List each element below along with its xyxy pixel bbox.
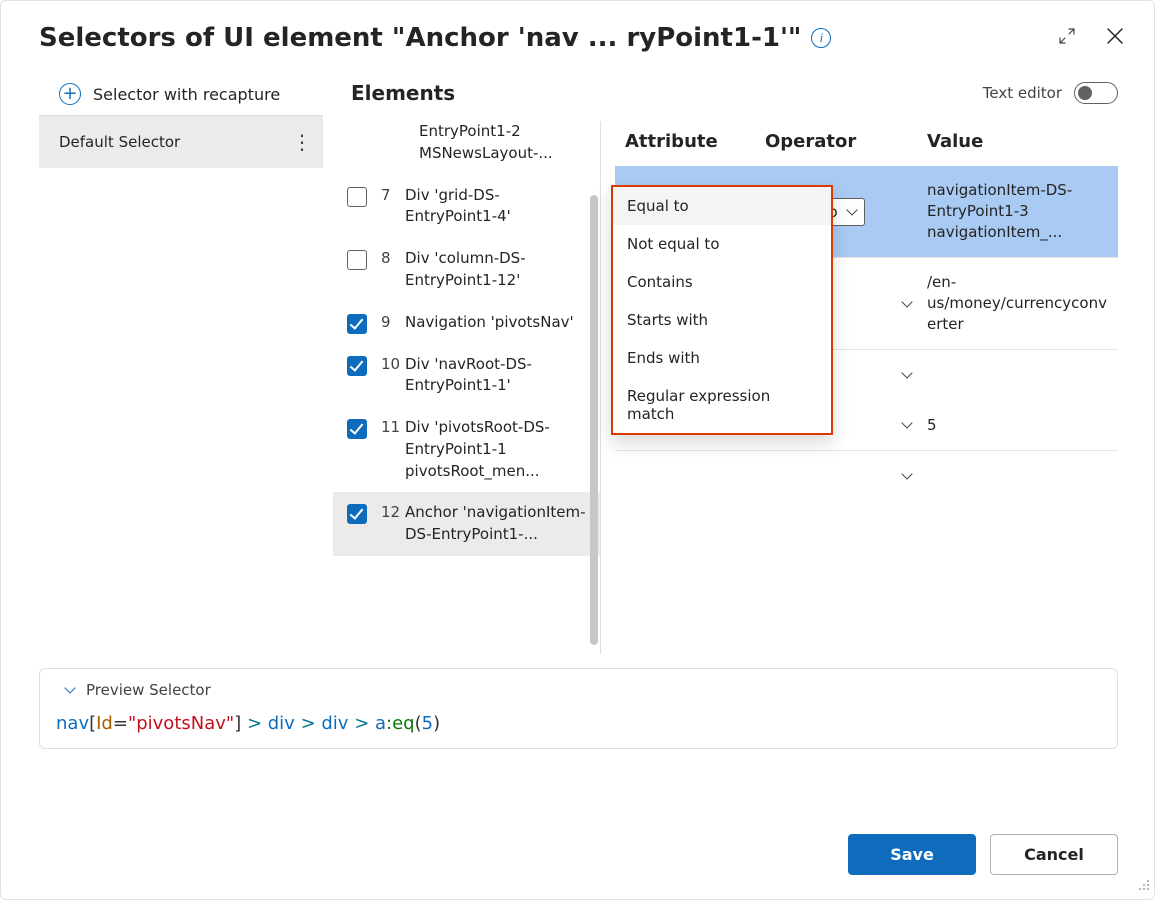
tree-row-checkbox[interactable] bbox=[347, 419, 367, 439]
code-token: ] bbox=[234, 713, 247, 734]
tree-row-checkbox[interactable] bbox=[347, 250, 367, 270]
operator-menu-item[interactable]: Starts with bbox=[613, 301, 831, 339]
elements-header: Elements Text editor bbox=[333, 73, 1118, 121]
text-editor-toggle[interactable] bbox=[1074, 82, 1118, 104]
operator-menu-item[interactable]: Not equal to bbox=[613, 225, 831, 263]
element-tree: EntryPoint1-2 MSNewsLayout-... 7Div 'grid… bbox=[333, 121, 601, 654]
selector-item-label: Default Selector bbox=[59, 133, 180, 151]
dialog-root: Selectors of UI element "Anchor 'nav ...… bbox=[0, 0, 1155, 900]
operator-menu-item[interactable]: Equal to bbox=[613, 187, 831, 225]
tree-row-checkbox[interactable] bbox=[347, 314, 367, 334]
tree-row-label: Navigation 'pivotsNav' bbox=[405, 312, 592, 334]
elements-title: Elements bbox=[351, 81, 455, 105]
preview-code: nav[Id="pivotsNav"] > div > div > a:eq(5… bbox=[56, 713, 1101, 734]
dialog-body: + Selector with recapture Default Select… bbox=[1, 59, 1154, 654]
chevron-down-icon bbox=[901, 468, 912, 479]
tree-row-label: Div 'column-DS-EntryPoint1-12' bbox=[405, 248, 592, 292]
dialog-title: Selectors of UI element "Anchor 'nav ...… bbox=[39, 23, 801, 53]
attribute-value: navigationItem-DS-EntryPoint1-3 navigati… bbox=[927, 180, 1110, 243]
text-editor-label: Text editor bbox=[983, 84, 1062, 102]
tree-row[interactable]: 7Div 'grid-DS-EntryPoint1-4' bbox=[333, 175, 600, 239]
attributes-panel: Attribute Operator Value ClassEqual tona… bbox=[601, 121, 1118, 654]
preview-toggle[interactable]: Preview Selector bbox=[56, 681, 1101, 699]
selector-item-default[interactable]: Default Selector ⋮ bbox=[39, 116, 323, 168]
code-token: nav bbox=[56, 713, 89, 734]
code-token: Id bbox=[96, 713, 113, 734]
attribute-row[interactable]: TitleEqual to bbox=[615, 451, 1118, 501]
chevron-down-icon bbox=[846, 204, 857, 215]
plus-icon: + bbox=[59, 83, 81, 105]
code-token: div bbox=[321, 713, 354, 734]
add-selector-button[interactable]: + Selector with recapture bbox=[39, 73, 323, 116]
code-token: > bbox=[354, 713, 375, 734]
tree-row-label: Anchor 'navigationItem-DS-EntryPoint1-..… bbox=[405, 502, 592, 546]
tree-row-index: 8 bbox=[381, 249, 405, 267]
more-icon[interactable]: ⋮ bbox=[286, 130, 317, 154]
operator-menu-item[interactable]: Contains bbox=[613, 263, 831, 301]
col-header-value: Value bbox=[927, 131, 1118, 152]
dialog-footer: Save Cancel bbox=[848, 834, 1118, 875]
tree-row-index: 11 bbox=[381, 418, 405, 436]
tree-row-index: 12 bbox=[381, 503, 405, 521]
expand-icon[interactable] bbox=[1058, 27, 1076, 49]
tree-row-index: 7 bbox=[381, 186, 405, 204]
tree-and-attrs: EntryPoint1-2 MSNewsLayout-... 7Div 'grid… bbox=[333, 121, 1118, 654]
code-token: > bbox=[247, 713, 268, 734]
chevron-down-icon bbox=[901, 367, 912, 378]
attribute-value: 5 bbox=[927, 415, 1110, 436]
preview-title: Preview Selector bbox=[86, 681, 211, 699]
tree-row-checkbox[interactable] bbox=[347, 187, 367, 207]
tree-row-label: EntryPoint1-2 MSNewsLayout-... bbox=[419, 121, 592, 165]
tree-row[interactable]: 11Div 'pivotsRoot-DS-EntryPoint1-1 pivot… bbox=[333, 407, 600, 492]
close-icon[interactable] bbox=[1106, 27, 1124, 49]
tree-row-label: Div 'navRoot-DS-EntryPoint1-1' bbox=[405, 354, 592, 398]
tree-row-checkbox[interactable] bbox=[347, 356, 367, 376]
code-token: = bbox=[113, 713, 128, 734]
attribute-value: /en-us/money/currencyconverter bbox=[927, 272, 1110, 335]
info-icon[interactable]: i bbox=[811, 28, 831, 48]
tree-row-index: 9 bbox=[381, 313, 405, 331]
operator-menu-item[interactable]: Regular expression match bbox=[613, 377, 831, 433]
add-selector-label: Selector with recapture bbox=[93, 85, 280, 104]
tree-row-checkbox[interactable] bbox=[347, 504, 367, 524]
operator-menu-item[interactable]: Ends with bbox=[613, 339, 831, 377]
tree-row-index: 10 bbox=[381, 355, 405, 373]
header-actions bbox=[1058, 27, 1124, 49]
attribute-operator-cell[interactable]: Equal to bbox=[765, 467, 927, 485]
save-button[interactable]: Save bbox=[848, 834, 976, 875]
code-token: ) bbox=[433, 713, 440, 734]
code-token: ( bbox=[415, 713, 422, 734]
tree-row[interactable]: 10Div 'navRoot-DS-EntryPoint1-1' bbox=[333, 344, 600, 408]
col-header-attribute: Attribute bbox=[625, 131, 765, 152]
tree-row-label: Div 'grid-DS-EntryPoint1-4' bbox=[405, 185, 592, 229]
cancel-button[interactable]: Cancel bbox=[990, 834, 1118, 875]
col-header-operator: Operator bbox=[765, 131, 927, 152]
attributes-header: Attribute Operator Value bbox=[615, 121, 1118, 166]
chevron-down-icon bbox=[901, 296, 912, 307]
chevron-down-icon bbox=[901, 417, 912, 428]
code-token: a bbox=[375, 713, 386, 734]
code-token: div bbox=[268, 713, 301, 734]
operator-dropdown-menu: Equal toNot equal toContainsStarts withE… bbox=[611, 185, 833, 435]
dialog-header: Selectors of UI element "Anchor 'nav ...… bbox=[1, 1, 1154, 59]
tree-row[interactable]: EntryPoint1-2 MSNewsLayout-... bbox=[333, 121, 600, 175]
resize-grip-icon[interactable] bbox=[1136, 877, 1150, 895]
chevron-down-icon bbox=[64, 682, 75, 693]
tree-row[interactable]: 8Div 'column-DS-EntryPoint1-12' bbox=[333, 238, 600, 302]
selector-list: Default Selector ⋮ bbox=[39, 116, 323, 168]
tree-row[interactable]: 9Navigation 'pivotsNav' bbox=[333, 302, 600, 344]
tree-scrollbar[interactable] bbox=[590, 195, 598, 645]
text-editor-toggle-group: Text editor bbox=[983, 82, 1118, 104]
tree-row-label: Div 'pivotsRoot-DS-EntryPoint1-1 pivotsR… bbox=[405, 417, 592, 482]
preview-selector: Preview Selector nav[Id="pivotsNav"] > d… bbox=[39, 668, 1118, 749]
code-token: "pivotsNav" bbox=[128, 713, 234, 734]
code-token: > bbox=[301, 713, 322, 734]
tree-row[interactable]: 12Anchor 'navigationItem-DS-EntryPoint1-… bbox=[333, 492, 600, 556]
sidebar: + Selector with recapture Default Select… bbox=[39, 73, 323, 654]
code-token: 5 bbox=[422, 713, 433, 734]
elements-panel: Elements Text editor EntryPoint1-2 MSNew… bbox=[333, 73, 1118, 654]
code-token: :eq bbox=[386, 713, 415, 734]
